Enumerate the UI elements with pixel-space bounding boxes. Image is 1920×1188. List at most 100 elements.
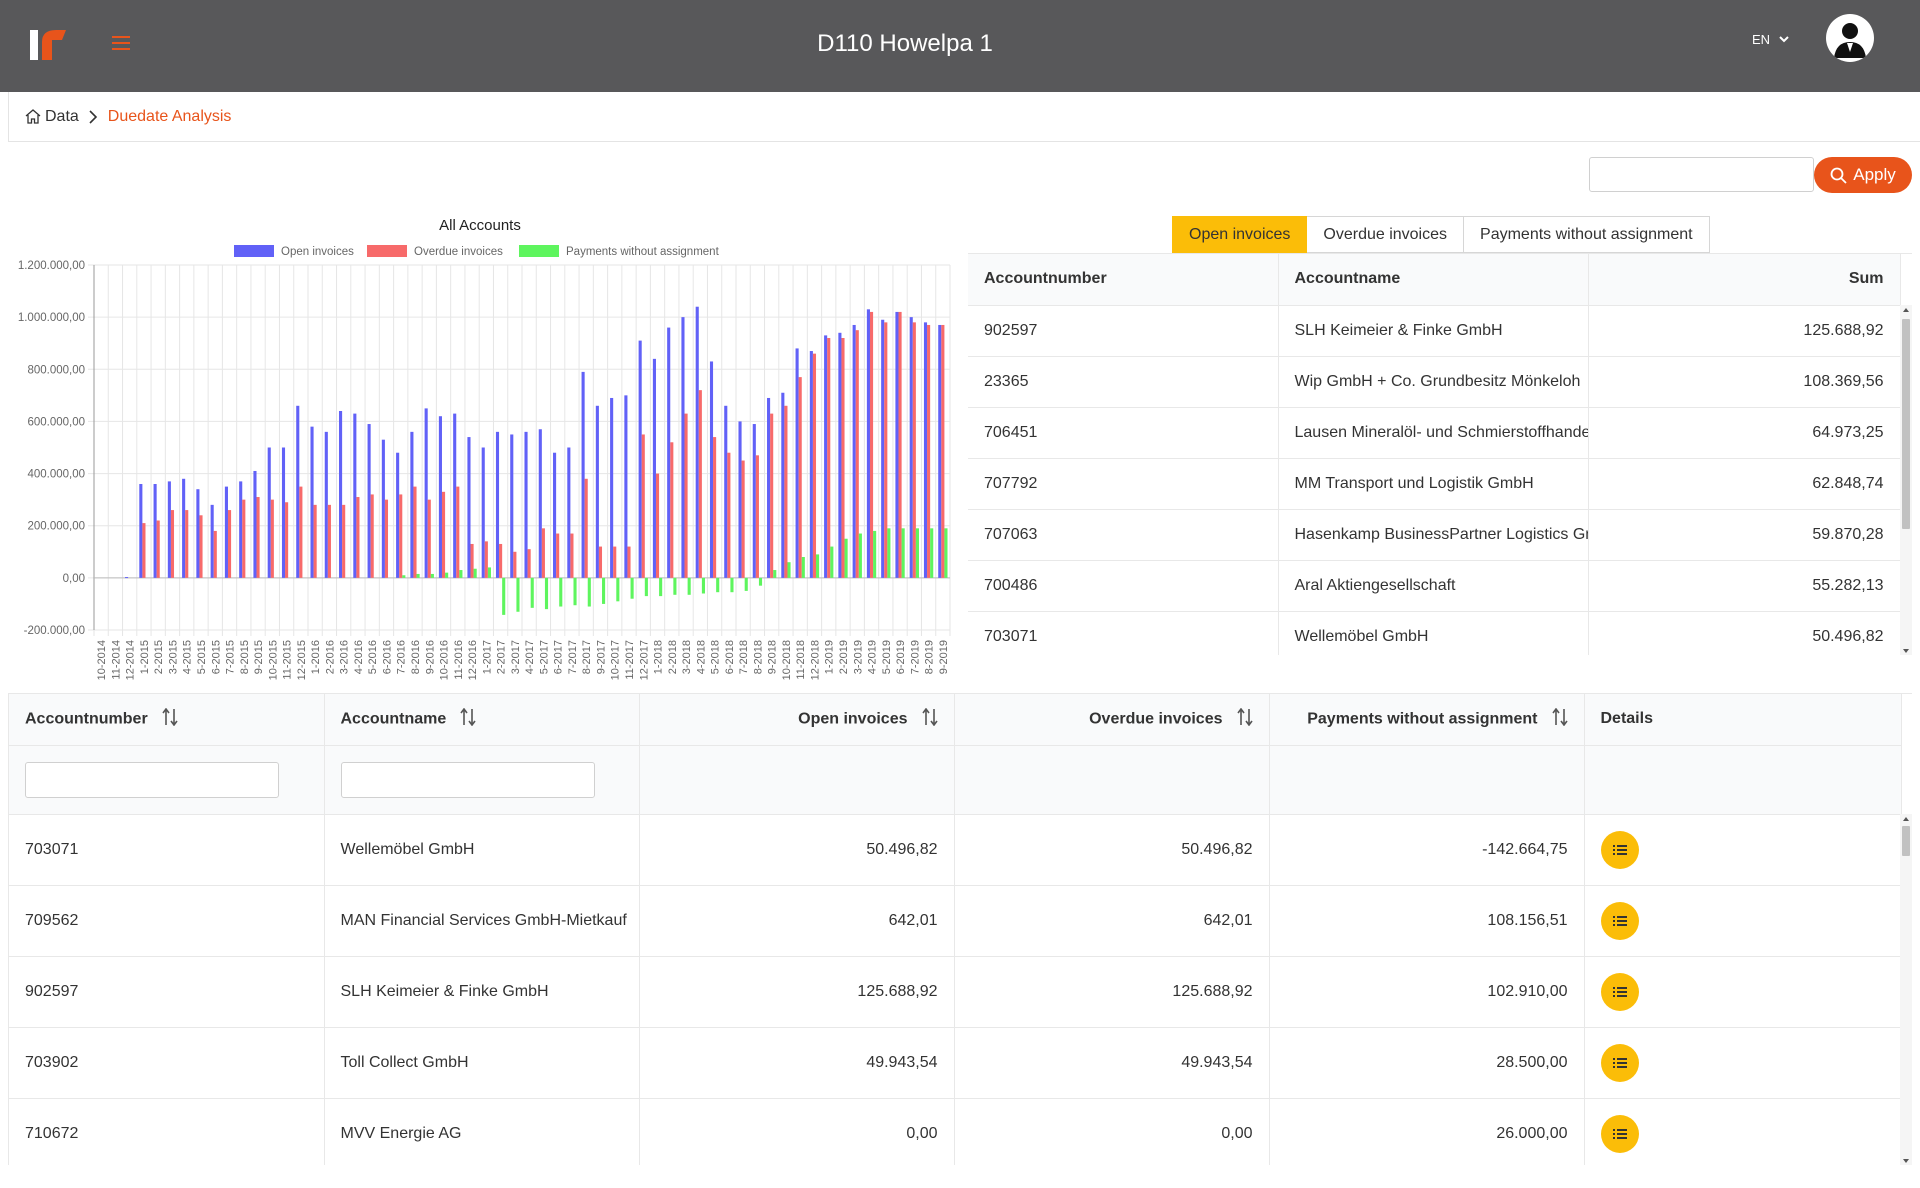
bar[interactable] [895,311,899,578]
bar[interactable] [627,546,631,578]
col-accountname[interactable]: Accountname [324,694,640,746]
details-button[interactable] [1600,1043,1639,1082]
summary-row[interactable]: 23365 Wip GmbH + Co. Grundbesitz Mönkeloh… [968,356,1901,408]
bar[interactable] [139,484,143,578]
bar[interactable] [399,494,403,578]
bar[interactable] [310,426,314,578]
bar[interactable] [830,546,834,578]
bar[interactable] [709,361,714,578]
bar[interactable] [167,481,171,578]
bar[interactable] [573,577,577,606]
bar[interactable] [881,319,885,578]
bar[interactable] [869,311,874,578]
bar[interactable] [210,504,214,578]
bar[interactable] [915,528,919,578]
bar[interactable] [695,306,699,578]
bar[interactable] [267,447,271,578]
bar[interactable] [655,473,660,578]
bar[interactable] [559,577,563,607]
bar[interactable] [812,353,817,578]
bar[interactable] [370,494,374,578]
bar[interactable] [781,392,785,578]
bar[interactable] [652,358,656,578]
bar[interactable] [459,570,463,578]
bar[interactable] [613,546,617,578]
bar[interactable] [584,478,588,578]
bar[interactable] [798,377,802,578]
bar[interactable] [773,570,777,578]
bar[interactable] [730,577,734,593]
bar[interactable] [602,577,606,604]
bar[interactable] [941,324,945,578]
tab-payments-without-assignment[interactable]: Payments without assignment [1464,216,1710,253]
bar[interactable] [901,528,905,578]
bar[interactable] [616,577,620,602]
details-button[interactable] [1600,901,1639,940]
bar[interactable] [125,577,129,579]
bar[interactable] [801,557,805,578]
bar[interactable] [912,322,916,578]
bar[interactable] [684,413,688,578]
bar[interactable] [809,351,813,578]
bar[interactable] [513,551,517,578]
bar[interactable] [342,504,346,578]
sort-icon[interactable] [162,707,178,731]
breadcrumb-home[interactable]: Data [25,108,79,126]
bar[interactable] [713,437,717,578]
bar[interactable] [445,572,449,578]
bar[interactable] [641,434,645,578]
accountnumber-filter-input[interactable] [25,761,279,798]
bar[interactable] [538,429,542,578]
bar[interactable] [356,497,360,578]
bar[interactable] [253,470,257,578]
bar[interactable] [270,499,274,578]
legend-swatch[interactable] [234,245,274,257]
bar[interactable] [787,562,791,578]
bar[interactable] [873,530,877,578]
bar[interactable] [741,460,745,578]
bar[interactable] [898,311,902,578]
bar[interactable] [453,413,457,578]
bar[interactable] [224,486,228,578]
bar[interactable] [327,504,331,578]
bar[interactable] [855,330,859,578]
sort-icon[interactable] [1236,707,1253,731]
bar[interactable] [841,338,845,578]
bar[interactable] [624,395,628,578]
bar[interactable] [784,405,788,578]
bar[interactable] [438,416,442,578]
bar[interactable] [430,573,434,578]
bar[interactable] [470,543,474,578]
bar[interactable] [227,510,232,578]
bar[interactable] [630,577,634,599]
bar[interactable] [530,577,534,608]
bar[interactable] [770,413,774,578]
bar[interactable] [567,447,571,578]
bar[interactable] [527,549,531,578]
summary-row[interactable]: 706451 Lausen Mineralöl- und Schmierstoff… [968,407,1901,459]
bar[interactable] [758,577,763,586]
bar[interactable] [667,327,671,578]
bar[interactable] [701,577,705,594]
bar[interactable] [239,481,243,578]
bar[interactable] [281,447,286,578]
bar[interactable] [544,577,549,610]
bar[interactable] [502,577,506,615]
bar[interactable] [413,486,417,578]
legend-label[interactable]: Overdue invoices [414,246,503,258]
bar[interactable] [410,431,414,578]
sort-icon[interactable] [921,707,938,731]
bar[interactable] [424,408,428,578]
bar[interactable] [467,437,471,578]
bar[interactable] [541,528,545,578]
bar[interactable] [367,424,371,578]
tab-overdue-invoices[interactable]: Overdue invoices [1307,216,1465,253]
col-overdue-invoices[interactable]: Overdue invoices [954,694,1270,746]
bar[interactable] [724,405,728,578]
bar[interactable] [313,504,317,578]
bar[interactable] [185,510,189,578]
bar[interactable] [524,431,528,578]
accounts-scrollbar[interactable] [1900,814,1912,1165]
bar[interactable] [499,543,503,578]
bar[interactable] [213,530,217,578]
